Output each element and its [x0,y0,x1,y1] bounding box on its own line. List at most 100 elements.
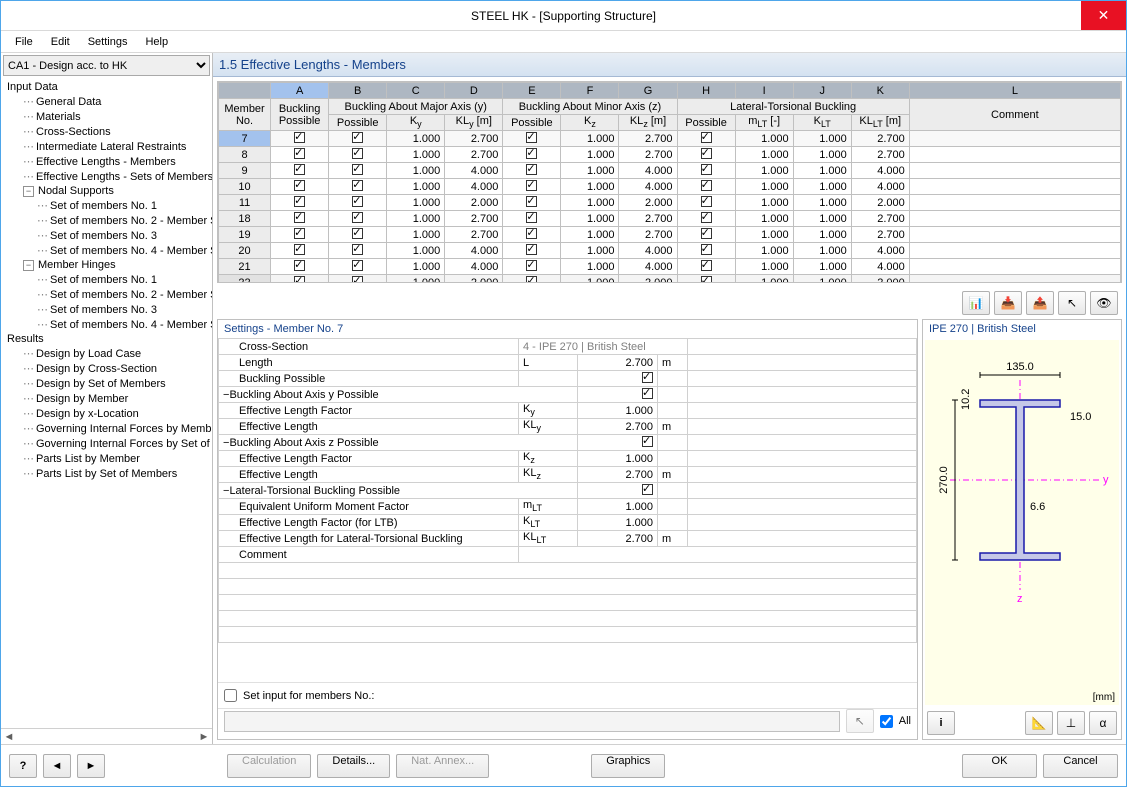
stress-button[interactable]: 📐 [1025,711,1053,735]
tree-r6[interactable]: ⋯Governing Internal Forces by Member [3,421,210,436]
tree-elm[interactable]: ⋯Effective Lengths - Members [3,154,210,169]
table-row[interactable]: 101.0004.0001.0004.0001.0001.0004.000 [219,179,1121,195]
tree-r2[interactable]: ⋯Design by Cross-Section [3,361,210,376]
settings-grid[interactable]: Cross-Section4 - IPE 270 | British Steel… [218,338,917,643]
tree-r8[interactable]: ⋯Parts List by Member [3,451,210,466]
svg-text:y: y [1103,474,1109,486]
svg-text:135.0: 135.0 [1006,361,1034,373]
preview-title: IPE 270 | British Steel [923,320,1121,338]
tree-mh[interactable]: −Member Hinges [3,258,210,272]
table-row[interactable]: 211.0004.0001.0004.0001.0001.0004.000 [219,259,1121,275]
table-row[interactable]: 191.0002.7001.0002.7001.0001.0002.700 [219,227,1121,243]
tree-nodal-set4[interactable]: ⋯Set of members No. 4 - Member S [3,243,210,258]
export-button[interactable]: 📤 [1026,291,1054,315]
tree-mh-set4[interactable]: ⋯Set of members No. 4 - Member S [3,317,210,332]
details-button[interactable]: Details... [317,754,390,778]
tree-nodal-set2[interactable]: ⋯Set of members No. 2 - Member S [3,213,210,228]
tree-r7[interactable]: ⋯Governing Internal Forces by Set of [3,436,210,451]
nav-tree: Input Data ⋯General Data ⋯Materials ⋯Cro… [1,78,212,728]
section-heading: 1.5 Effective Lengths - Members [213,53,1126,77]
table-row[interactable]: 81.0002.7001.0002.7001.0001.0002.700 [219,147,1121,163]
nat-annex-button[interactable]: Nat. Annex... [396,754,489,778]
settings-panel: Settings - Member No. 7 Cross-Section4 -… [217,319,918,740]
ok-button[interactable]: OK [962,754,1037,778]
sidebar: CA1 - Design acc. to HK Input Data ⋯Gene… [1,53,213,744]
main-panel: 1.5 Effective Lengths - Members ABCDEFGH… [213,53,1126,744]
app-window: STEEL HK - [Supporting Structure] ✕ File… [0,0,1127,787]
prev-button[interactable]: ◄ [43,754,71,778]
menubar: File Edit Settings Help [1,31,1126,53]
tree-mh-set2[interactable]: ⋯Set of members No. 2 - Member S [3,287,210,302]
table-row[interactable]: 111.0002.0001.0002.0001.0001.0002.000 [219,195,1121,211]
tree-mh-set3[interactable]: ⋯Set of members No. 3 [3,302,210,317]
members-grid[interactable]: ABCDEFGHIJKLMemberNo.BucklingPossibleBuc… [217,81,1122,283]
graphics-button[interactable]: Graphics [591,754,665,778]
case-selector[interactable]: CA1 - Design acc. to HK [3,55,210,76]
tree-r5[interactable]: ⋯Design by x-Location [3,406,210,421]
titlebar: STEEL HK - [Supporting Structure] ✕ [1,1,1126,31]
section-preview: IPE 270 | British Steel y z 135.0 [922,319,1122,740]
all-label: All [899,715,911,727]
tree-r1[interactable]: ⋯Design by Load Case [3,346,210,361]
svg-text:15.0: 15.0 [1070,411,1091,423]
table-row[interactable]: 181.0002.7001.0002.7001.0001.0002.700 [219,211,1121,227]
pick-members-button[interactable]: ↖ [846,709,874,733]
check-icon[interactable] [642,388,653,399]
all-checkbox[interactable] [880,715,893,728]
tree-nodal-set3[interactable]: ⋯Set of members No. 3 [3,228,210,243]
tree-ilr[interactable]: ⋯Intermediate Lateral Restraints [3,139,210,154]
tree-general-data[interactable]: ⋯General Data [3,94,210,109]
svg-text:z: z [1017,593,1023,605]
tree-nodal-set1[interactable]: ⋯Set of members No. 1 [3,198,210,213]
table-row[interactable]: 221.0002.0001.0002.0001.0001.0002.000 [219,275,1121,284]
tree-els[interactable]: ⋯Effective Lengths - Sets of Members [3,169,210,184]
table-row[interactable]: 201.0004.0001.0004.0001.0001.0004.000 [219,243,1121,259]
axes-button[interactable]: ⊥ [1057,711,1085,735]
svg-text:270.0: 270.0 [938,466,950,494]
menu-settings[interactable]: Settings [80,34,136,50]
menu-help[interactable]: Help [137,34,176,50]
tree-input-data[interactable]: Input Data [3,80,210,94]
tree-mh-set1[interactable]: ⋯Set of members No. 1 [3,272,210,287]
unit-label: [mm] [1093,692,1115,703]
table-row[interactable]: 71.0002.7001.0002.7001.0001.0002.700 [219,131,1121,147]
collapse-icon[interactable]: − [23,186,34,197]
window-title: STEEL HK - [Supporting Structure] [0,9,1127,23]
set-input-checkbox[interactable] [224,689,237,702]
tree-r4[interactable]: ⋯Design by Member [3,391,210,406]
preview-canvas: y z 135.0 270.0 10.2 15.0 6.6 [925,340,1119,705]
close-button[interactable]: ✕ [1081,1,1126,30]
set-input-label: Set input for members No.: [243,690,374,702]
tree-r3[interactable]: ⋯Design by Set of Members [3,376,210,391]
values-button[interactable]: α [1089,711,1117,735]
menu-file[interactable]: File [7,34,41,50]
menu-edit[interactable]: Edit [43,34,78,50]
tree-results[interactable]: Results [3,332,210,346]
grid-toolbar: 📊 📥 📤 ↖ 👁 [213,287,1126,319]
help-button[interactable]: ? [9,754,37,778]
calculation-button[interactable]: Calculation [227,754,311,778]
table-row[interactable]: 91.0004.0001.0004.0001.0001.0004.000 [219,163,1121,179]
settings-title: Settings - Member No. 7 [218,320,917,338]
tree-nodal[interactable]: −Nodal Supports [3,184,210,198]
cancel-button[interactable]: Cancel [1043,754,1118,778]
check-icon[interactable] [642,484,653,495]
members-input[interactable] [224,711,840,732]
excel-export-button[interactable]: 📊 [962,291,990,315]
tree-r9[interactable]: ⋯Parts List by Set of Members [3,466,210,481]
svg-text:6.6: 6.6 [1030,501,1045,513]
next-button[interactable]: ► [77,754,105,778]
set-input-row: Set input for members No.: [218,682,917,708]
pick-button[interactable]: ↖ [1058,291,1086,315]
view-button[interactable]: 👁 [1090,291,1118,315]
sidebar-scroll[interactable]: ◄► [1,728,212,744]
check-icon[interactable] [642,436,653,447]
bottom-bar: ? ◄ ► Calculation Details... Nat. Annex.… [1,744,1126,786]
info-button[interactable]: i [927,711,955,735]
tree-cross-sections[interactable]: ⋯Cross-Sections [3,124,210,139]
check-icon[interactable] [642,372,653,383]
svg-text:10.2: 10.2 [960,389,972,410]
import-button[interactable]: 📥 [994,291,1022,315]
tree-materials[interactable]: ⋯Materials [3,109,210,124]
collapse-icon[interactable]: − [23,260,34,271]
